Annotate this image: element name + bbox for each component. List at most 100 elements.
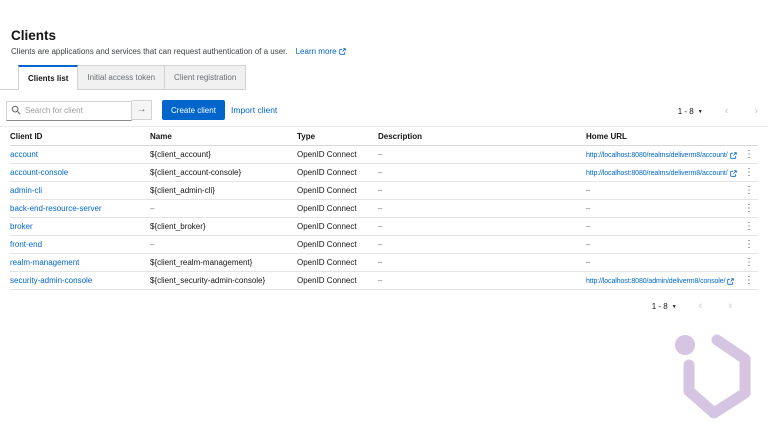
search-group: → [6,100,152,120]
pagination-range[interactable]: 1 - 8 [678,107,694,116]
external-link-icon [727,278,734,285]
client-type: OpenID Connect [297,222,378,231]
chevron-left-icon[interactable]: ‹ [725,106,729,117]
tab-clients-list-label: Clients list [28,74,68,83]
page-title: Clients [11,28,56,43]
client-home-url: – [586,186,590,195]
client-id-link[interactable]: broker [10,222,33,231]
client-type: OpenID Connect [297,276,378,285]
client-home-url-link[interactable]: http://localhost:8080/admin/deliverm8/co… [586,278,734,285]
column-header-client-id: Client ID [10,132,150,141]
column-header-type: Type [297,132,378,141]
tab-bar-edge-line [0,89,18,90]
clients-table: Client ID Name Type Description Home URL… [10,127,758,290]
pagination-range[interactable]: 1 - 8 [652,302,668,311]
external-link-icon [339,48,346,55]
client-home-url-cell: – [586,186,738,195]
client-id-link[interactable]: realm-management [10,258,79,267]
client-description: – [378,204,586,213]
client-home-url: http://localhost:8080/realms/deliverm8/a… [586,152,728,159]
tab-bar: Clients list Initial access token Client… [18,65,246,90]
tab-client-registration[interactable]: Client registration [165,65,246,90]
import-client-link[interactable]: Import client [231,105,277,115]
client-home-url-cell: – [586,240,738,249]
page-subtitle-row: Clients are applications and services th… [11,47,346,56]
tab-clients-list[interactable]: Clients list [18,65,78,90]
caret-down-icon: ▼ [698,109,703,115]
chevron-left-icon[interactable]: ‹ [699,301,703,312]
client-id-link[interactable]: back-end-resource-server [10,204,102,213]
column-header-name: Name [150,132,297,141]
learn-more-link[interactable]: Learn more [296,47,346,56]
table-row: broker ${client_broker} OpenID Connect –… [10,218,758,236]
table-row: security-admin-console ${client_security… [10,272,758,290]
brand-logo [652,330,756,430]
kebab-menu-icon[interactable]: ⋮ [740,222,758,232]
client-home-url: http://localhost:8080/realms/deliverm8/a… [586,170,728,177]
client-home-url: – [586,204,590,213]
column-header-description: Description [378,132,586,141]
pagination-top: 1 - 8 ▼ ‹ › [678,106,758,117]
external-link-icon [730,170,737,177]
page-subtitle: Clients are applications and services th… [11,47,288,56]
table-header-row: Client ID Name Type Description Home URL [10,127,758,146]
kebab-menu-icon[interactable]: ⋮ [740,258,758,268]
client-home-url: – [586,222,590,231]
client-id-link[interactable]: account-console [10,168,68,177]
client-home-url-cell: http://localhost:8080/admin/deliverm8/co… [586,276,738,285]
client-id-link[interactable]: account [10,150,38,159]
chevron-right-icon[interactable]: › [728,301,732,312]
client-type: OpenID Connect [297,150,378,159]
toolbar: → Create client Import client 1 - 8 ▼ ‹ … [0,100,768,122]
client-name: ${client_account} [150,150,297,159]
client-home-url: http://localhost:8080/admin/deliverm8/co… [586,278,725,285]
client-name: ${client_admin-cli} [150,186,297,195]
client-description: – [378,258,586,267]
client-id-link[interactable]: front-end [10,240,42,249]
client-name: ${client_realm-management} [150,258,297,267]
search-submit-button[interactable]: → [132,100,152,120]
client-home-url-link[interactable]: http://localhost:8080/realms/deliverm8/a… [586,152,737,159]
client-id-link[interactable]: admin-cli [10,186,42,195]
kebab-menu-icon[interactable]: ⋮ [740,240,758,250]
client-home-url-cell: – [586,204,738,213]
client-type: OpenID Connect [297,240,378,249]
column-header-home-url: Home URL [586,132,738,141]
kebab-menu-icon[interactable]: ⋮ [740,276,758,286]
tab-client-registration-label: Client registration [174,73,236,82]
client-id-link[interactable]: security-admin-console [10,276,92,285]
client-home-url-cell: http://localhost:8080/realms/deliverm8/a… [586,150,738,159]
create-client-button[interactable]: Create client [162,100,225,120]
table-row: back-end-resource-server – OpenID Connec… [10,200,758,218]
kebab-menu-icon[interactable]: ⋮ [740,150,758,160]
search-input[interactable] [6,101,132,121]
table-row: account-console ${client_account-console… [10,164,758,182]
client-name: ${client_broker} [150,222,297,231]
pagination-bottom: 1 - 8 ▼ ‹ › [652,301,732,312]
arrow-right-icon: → [137,104,147,115]
chevron-right-icon[interactable]: › [754,106,758,117]
client-home-url-link[interactable]: http://localhost:8080/realms/deliverm8/a… [586,170,737,177]
kebab-menu-icon[interactable]: ⋮ [740,186,758,196]
client-name: ${client_security-admin-console} [150,276,297,285]
client-home-url-cell: http://localhost:8080/realms/deliverm8/a… [586,168,738,177]
kebab-menu-icon[interactable]: ⋮ [740,168,758,178]
client-home-url-cell: – [586,222,738,231]
clients-page: Clients Clients are applications and ser… [0,0,768,432]
client-home-url: – [586,240,590,249]
client-home-url: – [586,258,590,267]
kebab-menu-icon[interactable]: ⋮ [740,204,758,214]
caret-down-icon: ▼ [672,304,677,310]
client-description: – [378,276,586,285]
table-row: account ${client_account} OpenID Connect… [10,146,758,164]
client-type: OpenID Connect [297,204,378,213]
table-row: front-end – OpenID Connect – – ⋮ [10,236,758,254]
client-type: OpenID Connect [297,168,378,177]
learn-more-label: Learn more [296,47,337,56]
client-description: – [378,222,586,231]
external-link-icon [730,152,737,159]
tab-initial-access-token-label: Initial access token [87,73,155,82]
tab-initial-access-token[interactable]: Initial access token [78,65,165,90]
table-row: admin-cli ${client_admin-cli} OpenID Con… [10,182,758,200]
client-description: – [378,186,586,195]
